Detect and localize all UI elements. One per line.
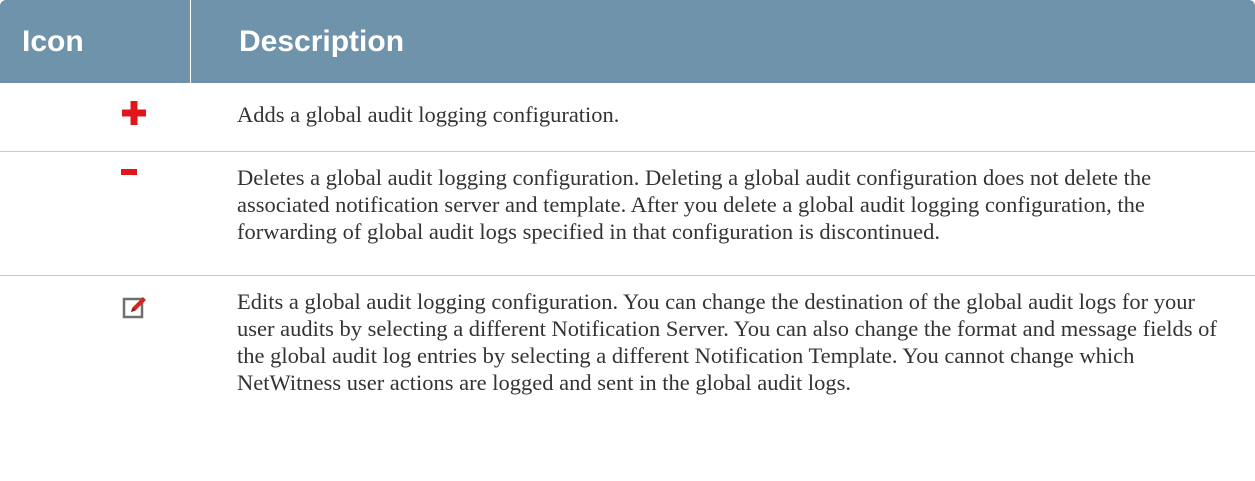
table-row: Edits a global audit logging configurati… xyxy=(0,276,1255,481)
icon-cell xyxy=(0,83,190,151)
icon-description-table: Icon Description Adds a global audit log… xyxy=(0,0,1255,481)
plus-icon xyxy=(122,101,146,125)
icon-cell xyxy=(0,152,190,275)
header-icon: Icon xyxy=(22,24,84,58)
description-cell: Adds a global audit logging configuratio… xyxy=(237,102,620,127)
description-cell: Edits a global audit logging configurati… xyxy=(237,289,1217,395)
table-row: Deletes a global audit logging configura… xyxy=(0,152,1255,276)
table-header: Icon Description xyxy=(0,0,1255,83)
edit-icon xyxy=(122,297,146,319)
icon-cell xyxy=(0,276,190,481)
minus-icon xyxy=(121,169,137,175)
description-cell: Deletes a global audit logging configura… xyxy=(237,165,1152,244)
table-row: Adds a global audit logging configuratio… xyxy=(0,83,1255,152)
header-description: Description xyxy=(190,0,1255,83)
